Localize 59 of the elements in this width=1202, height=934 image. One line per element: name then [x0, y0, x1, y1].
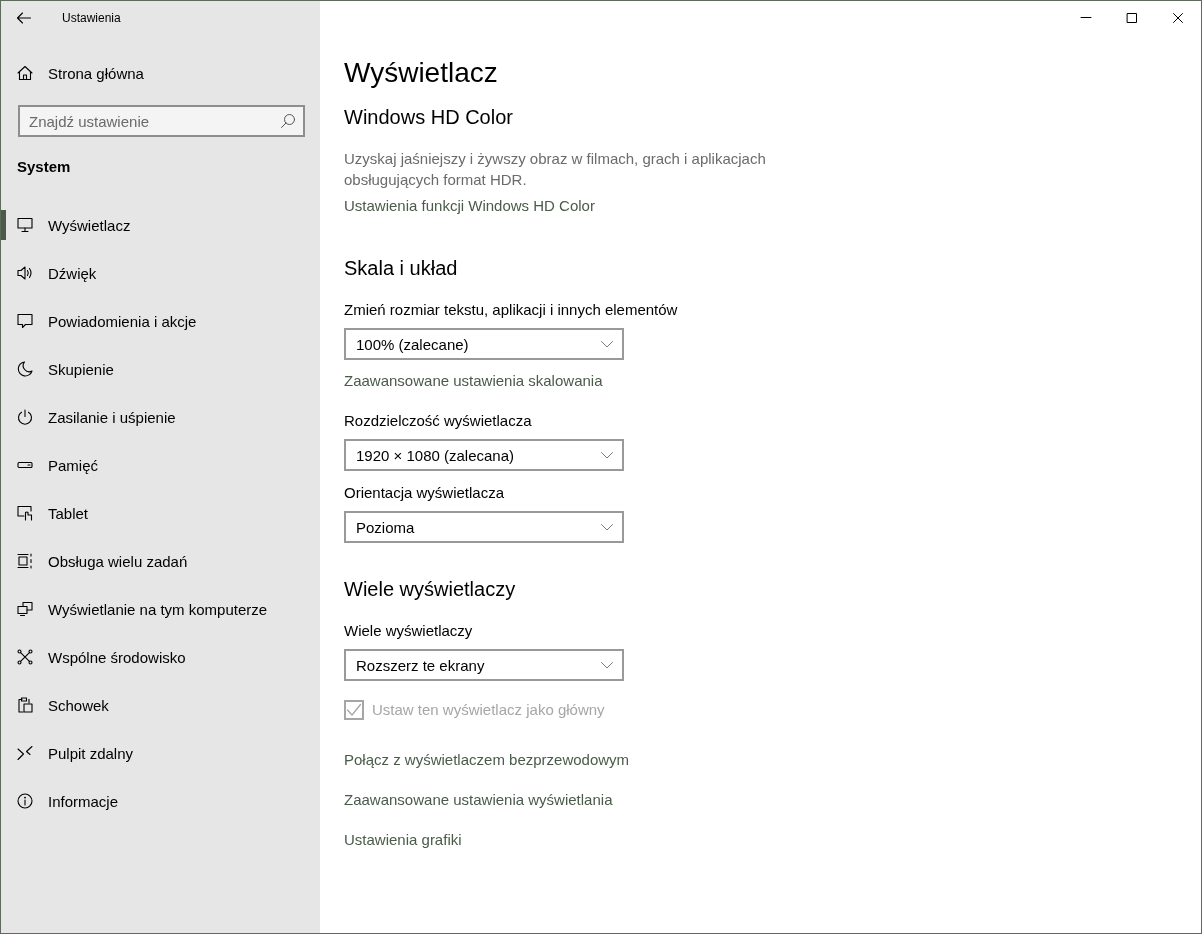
arrow-left-icon	[17, 11, 31, 24]
speaker-icon	[17, 265, 33, 281]
power-icon	[17, 409, 33, 425]
dropdown[interactable]: 100% (zalecane)	[344, 328, 624, 360]
field-label: Orientacja wyświetlacza	[344, 483, 505, 503]
link[interactable]: Ustawienia grafiki	[344, 829, 462, 850]
monitor-icon	[17, 217, 33, 233]
page-title: Wyświetlacz	[344, 56, 498, 90]
field-label: Wiele wyświetlaczy	[344, 621, 473, 641]
nodes-icon	[17, 649, 33, 665]
nav-item[interactable]: Zasilanie i uśpienie	[1, 393, 320, 441]
nav-item[interactable]: Dźwięk	[1, 249, 320, 297]
nav-item[interactable]: Skupienie	[1, 345, 320, 393]
maximize-icon	[1127, 12, 1137, 23]
crescent-moon-icon	[17, 361, 33, 377]
link[interactable]: Zaawansowane ustawienia skalowania	[344, 370, 603, 391]
close-icon	[1173, 12, 1183, 23]
nav-item[interactable]: Pulpit zdalny	[1, 729, 320, 777]
checkbox-label: Ustaw ten wyświetlacz jako główny	[372, 700, 605, 720]
chevron-down-icon	[601, 661, 613, 669]
two-screens-icon	[17, 601, 33, 617]
home-link[interactable]: Strona główna	[1, 56, 320, 90]
dropdown[interactable]: Rozszerz te ekrany	[344, 649, 624, 681]
section-heading: Windows HD Color	[344, 105, 513, 130]
chevron-down-icon	[601, 340, 613, 348]
search-field[interactable]: Znajdź ustawienie	[18, 105, 305, 137]
link[interactable]: Ustawienia funkcji Windows HD Color	[344, 195, 595, 216]
nav-item[interactable]: Wyświetlanie na tym komputerze	[1, 585, 320, 633]
chevron-down-icon	[601, 523, 613, 531]
clipboard-icon	[17, 697, 33, 713]
section-label: System	[17, 157, 72, 177]
nav-item[interactable]: Tablet	[1, 489, 320, 537]
window-title: Ustawienia	[62, 10, 121, 25]
link[interactable]: Zaawansowane ustawienia wyświetlania	[344, 789, 613, 810]
section-heading: Wiele wyświetlaczy	[344, 577, 516, 602]
section-heading: Skala i układ	[344, 256, 458, 281]
nav-item[interactable]: Wyświetlacz	[1, 201, 320, 249]
nav-item[interactable]: Wspólne środowisko	[1, 633, 320, 681]
checkmark-icon	[347, 703, 361, 716]
description-text: Uzyskaj jaśniejszy i żywszy obraz w filmach, grach i aplikacjach obsługujących format HDR.	[344, 149, 767, 190]
nav-item[interactable]: Powiadomienia i akcje	[1, 297, 320, 345]
dropdown[interactable]: Pozioma	[344, 511, 624, 543]
home-icon	[17, 65, 33, 81]
split-window-icon	[17, 553, 33, 569]
chevron-down-icon	[601, 451, 613, 459]
search-icon	[281, 114, 295, 128]
angle-brackets-icon	[17, 745, 33, 761]
touch-screen-icon	[17, 505, 33, 521]
nav-item[interactable]: Informacje	[1, 777, 320, 825]
dropdown[interactable]: 1920 × 1080 (zalecana)	[344, 439, 624, 471]
info-icon	[17, 793, 33, 809]
link[interactable]: Połącz z wyświetlaczem bezprzewodowym	[344, 749, 630, 770]
minimize-icon	[1081, 17, 1091, 18]
field-label: Zmień rozmiar tekstu, aplikacji i innych elementów	[344, 300, 678, 320]
nav-item[interactable]: Pamięć	[1, 441, 320, 489]
speech-bubble-icon	[17, 313, 33, 329]
field-label: Rozdzielczość wyświetlacza	[344, 411, 532, 431]
nav-item[interactable]: Obsługa wielu zadań	[1, 537, 320, 585]
nav-item[interactable]: Schowek	[1, 681, 320, 729]
